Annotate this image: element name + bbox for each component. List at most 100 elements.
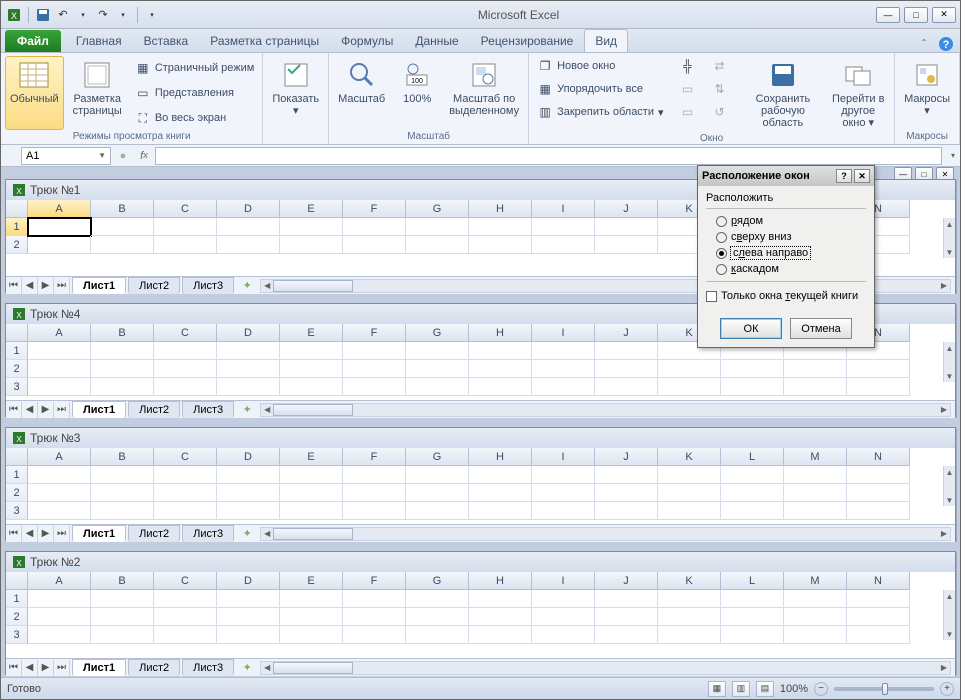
redo-icon[interactable]: ↷ <box>94 6 112 24</box>
cell[interactable] <box>469 484 532 502</box>
dropdown-icon[interactable]: ▾ <box>114 6 132 24</box>
cell[interactable] <box>343 626 406 644</box>
cell[interactable] <box>595 502 658 520</box>
workbook-title-bar[interactable]: X Трюк №3 <box>6 428 955 448</box>
minimize-button[interactable]: — <box>876 7 900 23</box>
sheet-tab[interactable]: Лист1 <box>72 525 126 542</box>
cell[interactable] <box>721 466 784 484</box>
cell[interactable] <box>847 360 910 378</box>
cell[interactable] <box>343 608 406 626</box>
cell[interactable] <box>658 608 721 626</box>
cell[interactable] <box>91 608 154 626</box>
tab-page-layout[interactable]: Разметка страницы <box>199 29 330 52</box>
page-break-button[interactable]: ▦Страничный режим <box>131 58 259 78</box>
new-window-button[interactable]: ❐Новое окно <box>533 56 667 76</box>
cell[interactable] <box>721 502 784 520</box>
cell[interactable] <box>532 378 595 396</box>
tab-insert[interactable]: Вставка <box>133 29 200 52</box>
column-header[interactable]: F <box>343 324 406 342</box>
cell[interactable] <box>91 360 154 378</box>
column-header[interactable]: M <box>784 448 847 466</box>
cell[interactable] <box>280 218 343 236</box>
cell[interactable] <box>847 590 910 608</box>
cell[interactable] <box>469 342 532 360</box>
cell[interactable] <box>595 626 658 644</box>
cell[interactable] <box>217 466 280 484</box>
cell[interactable] <box>280 484 343 502</box>
column-header[interactable]: B <box>91 572 154 590</box>
column-header[interactable]: A <box>28 572 91 590</box>
column-header[interactable]: J <box>595 572 658 590</box>
cell[interactable] <box>28 484 91 502</box>
column-header[interactable]: D <box>217 200 280 218</box>
page-layout-view-btn[interactable]: ▥ <box>732 681 750 697</box>
help-icon[interactable]: ? <box>938 36 954 52</box>
cell[interactable] <box>28 360 91 378</box>
cell[interactable] <box>91 590 154 608</box>
minimize-ribbon-icon[interactable]: ˆ <box>916 36 932 52</box>
column-header[interactable]: H <box>469 448 532 466</box>
cell[interactable] <box>154 608 217 626</box>
new-sheet-button[interactable]: ✦ <box>238 403 256 417</box>
cell[interactable] <box>532 360 595 378</box>
zoom-100-button[interactable]: 100 100% <box>394 56 440 130</box>
arrange-option-0[interactable]: рядом <box>706 213 866 229</box>
cell[interactable] <box>343 484 406 502</box>
qat-customize-icon[interactable]: ▾ <box>143 6 161 24</box>
column-header[interactable]: C <box>154 448 217 466</box>
maximize-button[interactable]: □ <box>904 7 928 23</box>
excel-icon[interactable]: X <box>5 6 23 24</box>
cell[interactable] <box>406 360 469 378</box>
cell[interactable] <box>280 342 343 360</box>
cell[interactable] <box>469 590 532 608</box>
column-header[interactable]: B <box>91 324 154 342</box>
formula-input[interactable] <box>155 147 942 165</box>
row-header[interactable]: 3 <box>6 502 28 520</box>
new-sheet-button[interactable]: ✦ <box>238 279 256 293</box>
column-header[interactable]: A <box>28 448 91 466</box>
cell[interactable] <box>91 502 154 520</box>
cell[interactable] <box>217 502 280 520</box>
cell[interactable] <box>28 378 91 396</box>
cell[interactable] <box>217 236 280 254</box>
new-sheet-button[interactable]: ✦ <box>238 661 256 675</box>
cell[interactable] <box>28 590 91 608</box>
split-button[interactable]: ╬ <box>676 56 700 76</box>
cell[interactable] <box>91 378 154 396</box>
column-header[interactable]: L <box>721 572 784 590</box>
first-sheet-button[interactable]: ⏮ <box>6 660 22 676</box>
column-header[interactable]: F <box>343 572 406 590</box>
cell[interactable] <box>28 502 91 520</box>
cell[interactable] <box>847 466 910 484</box>
cell[interactable] <box>217 590 280 608</box>
cell[interactable] <box>784 466 847 484</box>
row-header[interactable]: 3 <box>6 378 28 396</box>
select-all-corner[interactable] <box>6 200 28 218</box>
cell[interactable] <box>91 342 154 360</box>
cell[interactable] <box>532 590 595 608</box>
column-header[interactable]: J <box>595 448 658 466</box>
column-header[interactable]: G <box>406 448 469 466</box>
horizontal-scrollbar[interactable]: ◀▶ <box>260 403 951 417</box>
switch-windows-button[interactable]: Перейти в другое окно ▾ <box>826 56 890 132</box>
cell[interactable] <box>847 484 910 502</box>
cell[interactable] <box>343 378 406 396</box>
first-sheet-button[interactable]: ⏮ <box>6 402 22 418</box>
cell[interactable] <box>532 466 595 484</box>
cell[interactable] <box>91 466 154 484</box>
column-header[interactable]: C <box>154 200 217 218</box>
cell[interactable] <box>28 466 91 484</box>
page-break-view-btn[interactable]: ▤ <box>756 681 774 697</box>
next-sheet-button[interactable]: ▶ <box>38 278 54 294</box>
cell[interactable] <box>406 378 469 396</box>
cell[interactable] <box>280 590 343 608</box>
dropdown-icon[interactable]: ▼ <box>98 151 106 160</box>
column-header[interactable]: N <box>847 448 910 466</box>
cancel-button[interactable]: Отмена <box>790 318 852 339</box>
cell[interactable] <box>343 236 406 254</box>
cell[interactable] <box>784 590 847 608</box>
cell[interactable] <box>280 626 343 644</box>
hide-button[interactable]: ▭ <box>676 79 700 99</box>
cell[interactable] <box>658 626 721 644</box>
zoom-in-button[interactable]: + <box>940 682 954 696</box>
